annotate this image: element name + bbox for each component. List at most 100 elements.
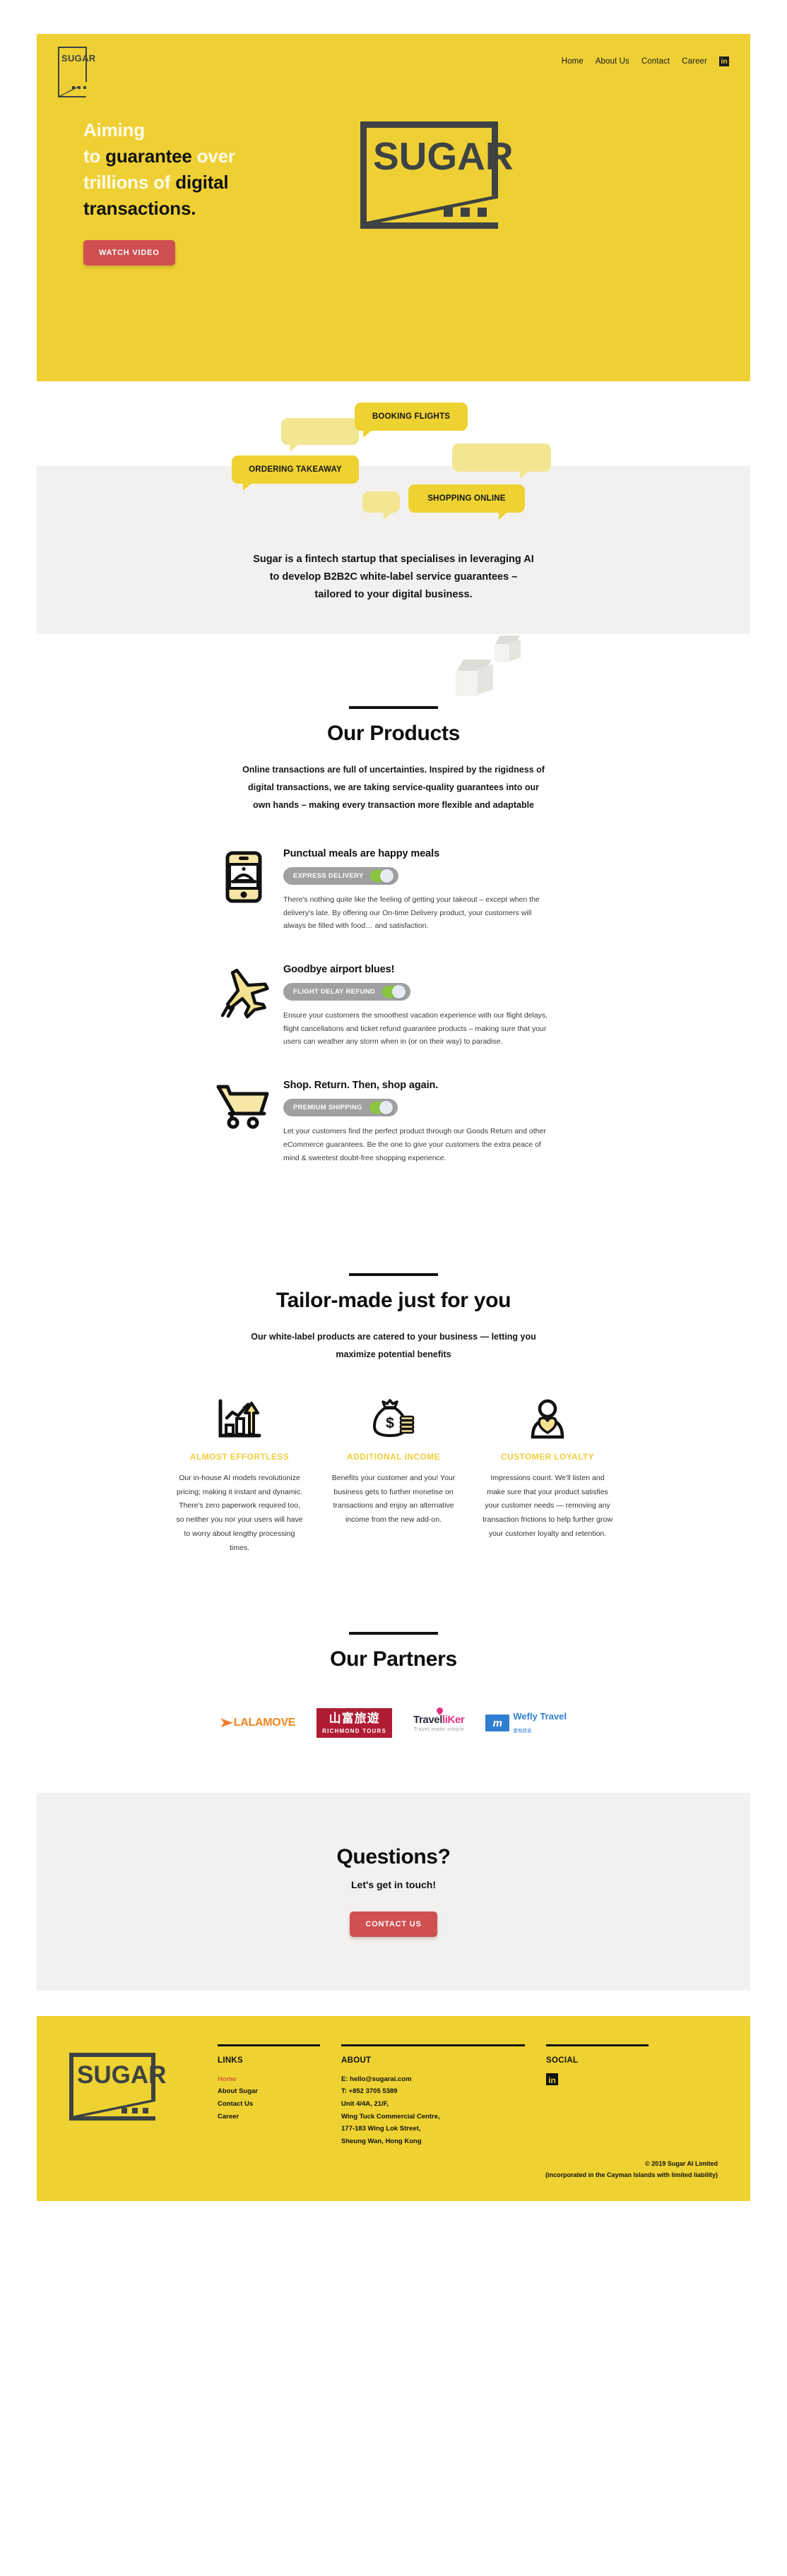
partner-logos: ➤ LALAMOVE 山富旅遊 RICHMOND TOURS TravelliK… bbox=[0, 1706, 787, 1738]
copyright-line-2: (incorporated in the Cayman Islands with… bbox=[545, 2171, 718, 2179]
linkedin-icon[interactable]: in bbox=[546, 2073, 558, 2085]
hero-line-2a: to bbox=[83, 145, 106, 167]
nav-item-home[interactable]: Home bbox=[562, 57, 584, 66]
product-body: Goodbye airport blues! FLIGHT DELAY REFU… bbox=[278, 964, 577, 1049]
footer-about-email: E: hello@sugarai.com bbox=[341, 2075, 412, 2083]
hero-text-block: Aiming to guarantee over trillions of di… bbox=[83, 117, 338, 266]
decorative-cubes bbox=[0, 630, 787, 696]
footer-rule bbox=[546, 2044, 649, 2046]
nav-item-contact[interactable]: Contact bbox=[641, 57, 670, 66]
big-logo-wordmark: SUGAR bbox=[373, 134, 514, 178]
tailor-subtitle-line-1: Our white-label products are catered to … bbox=[251, 1332, 536, 1342]
nav-item-career[interactable]: Career bbox=[682, 57, 707, 66]
product-title: Punctual meals are happy meals bbox=[283, 848, 440, 859]
product-pill-label: EXPRESS DELIVERY bbox=[293, 872, 364, 880]
footer-link-career[interactable]: Career bbox=[218, 2111, 320, 2123]
footer-about-address-4: Sheung Wan, Hong Kong bbox=[341, 2137, 422, 2145]
wefly-chinese-name: 愛飛旅遊 bbox=[513, 1728, 532, 1734]
questions-title: Questions? bbox=[336, 1844, 451, 1868]
product-title: Goodbye airport blues! bbox=[283, 964, 395, 976]
travelliker-logo[interactable]: TravelliKer Travel made simple bbox=[413, 1706, 465, 1733]
hero-line-4: transactions. bbox=[83, 197, 196, 219]
product-list: Punctual meals are happy meals EXPRESS D… bbox=[210, 848, 577, 1164]
product-toggle-switch[interactable] bbox=[369, 1101, 393, 1115]
footer-logo[interactable]: SUGAR bbox=[69, 2044, 218, 2147]
header-logo[interactable]: SUGAR bbox=[58, 47, 95, 92]
tailor-subtitle: Our white-label products are catered to … bbox=[217, 1328, 570, 1364]
products-subtitle-line-3: own hands – making every transaction mor… bbox=[252, 800, 535, 810]
footer-link-contact-us[interactable]: Contact Us bbox=[218, 2098, 320, 2111]
tailor-subtitle-line-2: maximize potential benefits bbox=[336, 1349, 451, 1360]
benefit-text: Impressions count. We'll listen and make… bbox=[483, 1473, 613, 1539]
product-body: Punctual meals are happy meals EXPRESS D… bbox=[278, 848, 577, 933]
product-toggle-switch[interactable] bbox=[370, 869, 394, 883]
footer-link-about-sugar[interactable]: About Sugar bbox=[218, 2085, 320, 2098]
benefit-text: Benefits your customer and you! Your bus… bbox=[331, 1473, 456, 1525]
speech-bubble-decorative-2 bbox=[452, 443, 551, 479]
hero-banner: SUGAR Home About Us Contact Career in Ai… bbox=[37, 34, 750, 381]
product-item: Shop. Return. Then, shop again. PREMIUM … bbox=[210, 1080, 577, 1164]
wefly-wordmark: Wefly Travel bbox=[513, 1711, 567, 1722]
footer-about-address-3: 177-183 Wing Lok Street, bbox=[341, 2125, 421, 2133]
product-item: Punctual meals are happy meals EXPRESS D… bbox=[210, 848, 577, 933]
speech-bubble-ordering-takeaway: ORDERING TAKEAWAY bbox=[232, 455, 359, 491]
hero-line-2c: over bbox=[191, 145, 235, 167]
heading-rule bbox=[349, 1273, 438, 1277]
benefit-columns: ALMOST EFFORTLESS Our in-house AI models… bbox=[174, 1395, 613, 1556]
product-toggle-pill[interactable]: FLIGHT DELAY REFUND bbox=[283, 983, 411, 1001]
watch-video-button[interactable]: WATCH VIDEO bbox=[83, 239, 175, 266]
products-heading: Our Products Online transactions are ful… bbox=[0, 706, 787, 814]
product-item: Goodbye airport blues! FLIGHT DELAY REFU… bbox=[210, 964, 577, 1049]
benefit-title: ADDITIONAL INCOME bbox=[347, 1452, 440, 1462]
hero-section: SUGAR Home About Us Contact Career in Ai… bbox=[0, 0, 787, 381]
linkedin-icon[interactable]: in bbox=[719, 56, 729, 66]
benefit-title: ALMOST EFFORTLESS bbox=[189, 1452, 290, 1462]
top-navigation: SUGAR Home About Us Contact Career in bbox=[37, 47, 750, 92]
benefit-column: ALMOST EFFORTLESS Our in-house AI models… bbox=[174, 1395, 304, 1556]
speech-bubble-booking-flights: BOOKING FLIGHTS bbox=[355, 402, 468, 438]
richmond-tours-logo[interactable]: 山富旅遊 RICHMOND TOURS bbox=[316, 1708, 393, 1738]
tailor-section: Tailor-made just for you Our white-label… bbox=[0, 1195, 787, 1556]
wefly-travel-logo[interactable]: m Wefly Travel 愛飛旅遊 bbox=[485, 1710, 567, 1736]
hero-line-2b: guarantee bbox=[105, 145, 192, 167]
intro-line-3: tailored to your digital business. bbox=[314, 589, 473, 601]
footer-about-address-1: Unit 4/4A, 21/F, bbox=[341, 2100, 389, 2109]
product-toggle-pill[interactable]: PREMIUM SHIPPING bbox=[283, 1099, 398, 1117]
hero-line-3a: trillions of bbox=[83, 171, 176, 193]
hero-line-3b: digital bbox=[175, 171, 229, 193]
footer-logo-dots-icon bbox=[122, 2107, 148, 2113]
footer-link-home[interactable]: Home bbox=[218, 2073, 320, 2086]
product-description: Let your customers find the perfect prod… bbox=[283, 1127, 546, 1162]
travelliker-tagline: Travel made simple bbox=[413, 1727, 464, 1733]
footer-links-column: LINKS Home About Sugar Contact Us Career bbox=[218, 2044, 341, 2147]
hero-logo-graphic: SUGAR bbox=[360, 117, 514, 266]
site-footer: SUGAR LINKS Home About Sugar Contact Us … bbox=[37, 2015, 750, 2201]
lalamove-logo[interactable]: ➤ LALAMOVE bbox=[218, 1716, 296, 1730]
contact-us-button[interactable]: CONTACT US bbox=[350, 1911, 437, 1937]
benefit-column: $ ADDITIONAL INCOME Benefits your custom… bbox=[329, 1395, 458, 1556]
products-subtitle-line-1: Online transactions are full of uncertai… bbox=[242, 765, 545, 775]
footer-social-heading: SOCIAL bbox=[546, 2056, 579, 2065]
travelliker-part-b: liKer bbox=[442, 1714, 465, 1727]
product-toggle-switch[interactable] bbox=[382, 985, 406, 999]
footer-social-column: SOCIAL in bbox=[546, 2044, 670, 2147]
footer-copyright: © 2019 Sugar AI Limited (incorporated in… bbox=[69, 2159, 718, 2181]
svg-text:$: $ bbox=[386, 1415, 394, 1431]
footer-about-phone: T: +852 3705 5389 bbox=[341, 2087, 398, 2096]
copyright-line-1: © 2019 Sugar AI Limited bbox=[645, 2160, 718, 2168]
tailor-title: Tailor-made just for you bbox=[276, 1289, 511, 1313]
product-body: Shop. Return. Then, shop again. PREMIUM … bbox=[278, 1080, 577, 1164]
product-pill-label: FLIGHT DELAY REFUND bbox=[293, 988, 376, 996]
footer-rule bbox=[341, 2044, 525, 2046]
benefit-column: CUSTOMER LOYALTY Impressions count. We'l… bbox=[483, 1395, 613, 1556]
speech-bubble-decorative-1 bbox=[281, 418, 359, 452]
speech-bubble-decorative-3 bbox=[362, 491, 400, 520]
questions-panel: Questions? Let's get in touch! CONTACT U… bbox=[37, 1792, 750, 1991]
partners-title: Our Partners bbox=[330, 1647, 457, 1671]
product-toggle-pill[interactable]: EXPRESS DELIVERY bbox=[283, 867, 399, 885]
lalamove-wordmark: LALAMOVE bbox=[233, 1717, 296, 1729]
nav-item-about-us[interactable]: About Us bbox=[596, 57, 629, 66]
footer-grid: SUGAR LINKS Home About Sugar Contact Us … bbox=[69, 2044, 718, 2147]
footer-about-heading: ABOUT bbox=[341, 2056, 372, 2065]
big-logo-dots-icon bbox=[444, 208, 487, 217]
